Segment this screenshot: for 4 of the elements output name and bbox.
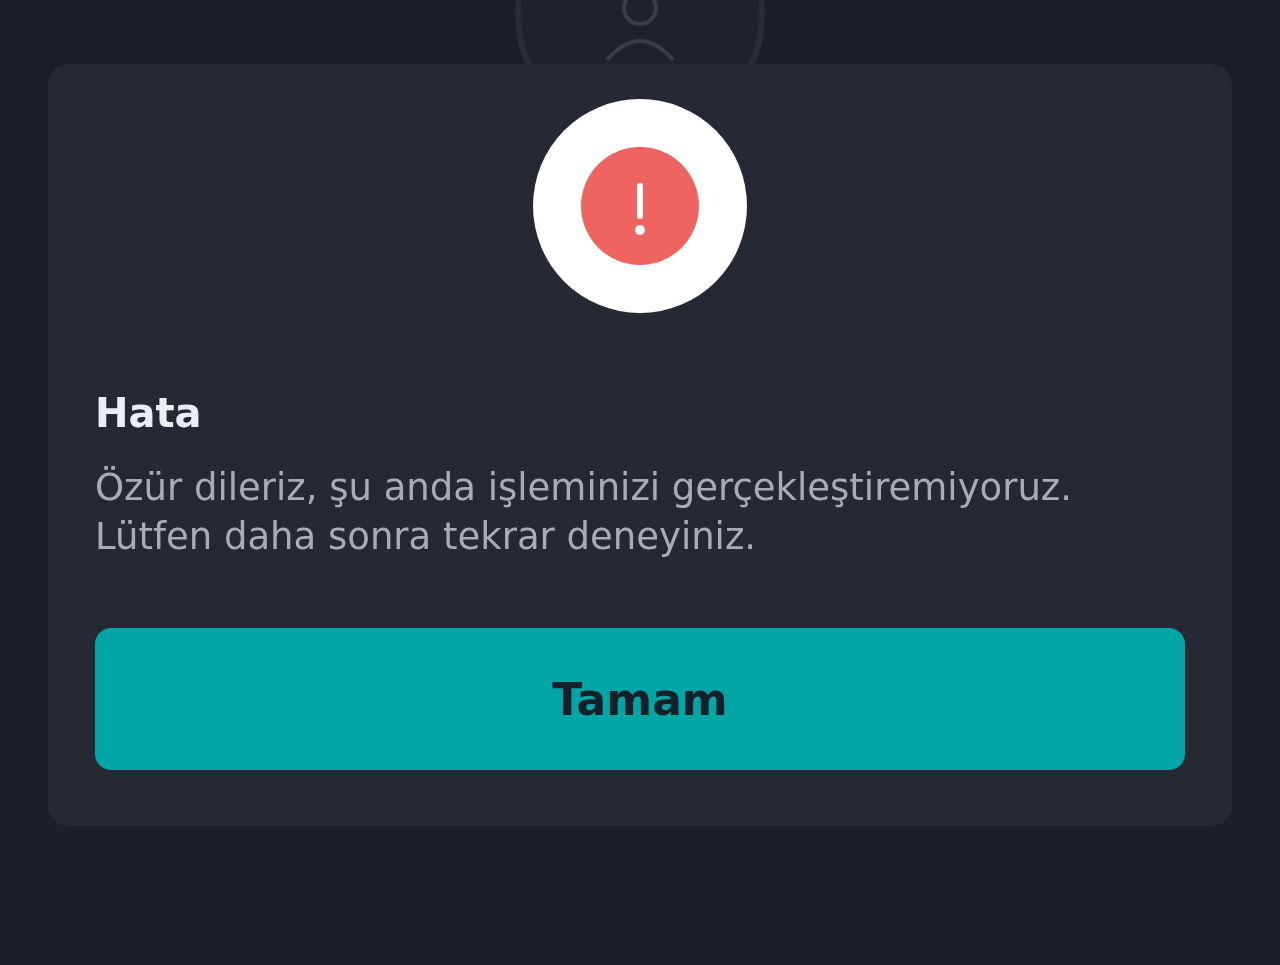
dialog-title: Hata (95, 389, 203, 437)
ok-button[interactable]: Tamam (95, 628, 1185, 770)
dialog-message: Özür dileriz, şu anda işleminizi gerçekleştiremiyoruz. Lütfen daha sonra tekrar deneyiniz. (95, 465, 1073, 560)
error-icon (533, 99, 747, 313)
